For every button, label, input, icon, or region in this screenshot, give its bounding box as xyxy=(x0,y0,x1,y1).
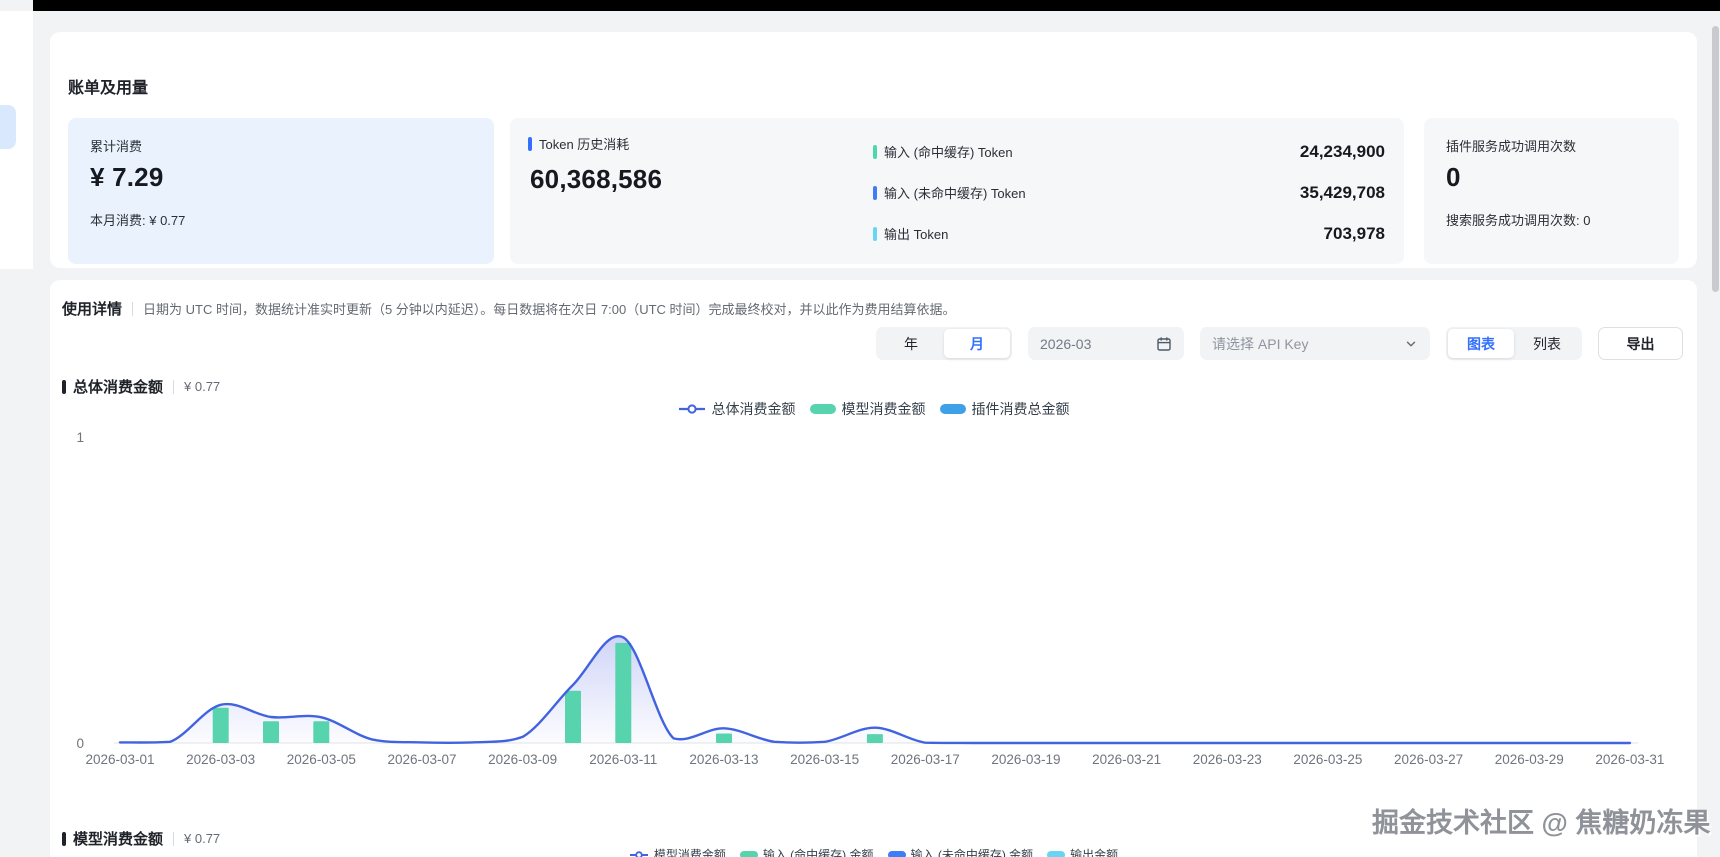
period-option-month[interactable]: 月 xyxy=(944,329,1010,358)
svg-text:2026-03-03: 2026-03-03 xyxy=(186,752,255,767)
month-spend-label: 本月消费: ¥ 0.77 xyxy=(90,210,185,229)
svg-text:2026-03-25: 2026-03-25 xyxy=(1293,752,1362,767)
watermark: 掘金技术社区 @ 焦糖奶冻果 xyxy=(1372,801,1702,840)
model-spend-amount: ¥ 0.77 xyxy=(184,831,220,846)
legend-item-model[interactable]: 模型消费金额 xyxy=(810,399,926,419)
plugin-calls-label: 插件服务成功调用次数 xyxy=(1446,136,1576,155)
token-history-label: Token 历史消耗 xyxy=(528,134,629,153)
bar-series-icon xyxy=(740,851,758,857)
section-marker-icon xyxy=(62,832,66,846)
token-breakdown: 输入 (命中缓存) Token 24,234,900 输入 (未命中缓存) To… xyxy=(873,131,1385,254)
model-chart-legend: 模型消费金额 输入 (命中缓存) 金额 输入 (未命中缓存) 金额 输出金额 xyxy=(50,846,1697,857)
page: 账单及用量 累计消费 ¥ 7.29 本月消费: ¥ 0.77 Token 历史消… xyxy=(0,0,1720,857)
svg-text:2026-03-27: 2026-03-27 xyxy=(1394,752,1463,767)
svg-text:2026-03-23: 2026-03-23 xyxy=(1193,752,1262,767)
cumulative-spend-label: 累计消费 xyxy=(90,136,142,155)
svg-text:2026-03-07: 2026-03-07 xyxy=(387,752,456,767)
filter-bar: 年 月 2026-03 请选择 API Key 图表 xyxy=(876,327,1683,360)
token-history-card: Token 历史消耗 60,368,586 输入 (命中缓存) Token 24… xyxy=(510,118,1404,264)
billing-title: 账单及用量 xyxy=(68,74,148,98)
api-key-select[interactable]: 请选择 API Key xyxy=(1200,327,1430,360)
usage-header: 使用详情 日期为 UTC 时间，数据统计准实时更新（5 分钟以内延迟）。每日数据… xyxy=(62,298,956,319)
cumulative-spend-value: ¥ 7.29 xyxy=(90,162,164,193)
cumulative-spend-card: 累计消费 ¥ 7.29 本月消费: ¥ 0.77 xyxy=(68,118,494,264)
bar-series-icon xyxy=(810,404,836,414)
sidebar-active-item[interactable] xyxy=(0,105,16,149)
billing-cards: 累计消费 ¥ 7.29 本月消费: ¥ 0.77 Token 历史消耗 60,3… xyxy=(68,118,1679,264)
bar-series-icon xyxy=(1047,851,1065,857)
output-value: 703,978 xyxy=(1324,224,1385,244)
period-segmented-control: 年 月 xyxy=(876,327,1012,360)
svg-text:2026-03-31: 2026-03-31 xyxy=(1595,752,1664,767)
svg-text:2026-03-13: 2026-03-13 xyxy=(689,752,758,767)
plugin-calls-card: 插件服务成功调用次数 0 搜索服务成功调用次数: 0 xyxy=(1424,118,1679,264)
bar-series-icon xyxy=(888,851,906,857)
scrollbar-thumb[interactable] xyxy=(1712,26,1719,292)
svg-text:2026-03-21: 2026-03-21 xyxy=(1092,752,1161,767)
token-row-input-uncached: 输入 (未命中缓存) Token 35,429,708 xyxy=(873,172,1385,213)
bar-series-icon xyxy=(940,404,966,414)
svg-text:2026-03-19: 2026-03-19 xyxy=(991,752,1060,767)
sidebar-edge xyxy=(0,11,33,269)
divider xyxy=(173,380,174,394)
input-uncached-marker-icon xyxy=(873,186,877,200)
overall-spend-chart[interactable]: 0 1 2026-03-01 2026-03-03 2026-03-05 2026-03-… xyxy=(60,420,1670,780)
calendar-icon xyxy=(1156,336,1172,352)
output-marker-icon xyxy=(873,227,877,241)
svg-text:2026-03-09: 2026-03-09 xyxy=(488,752,557,767)
legend-item-model-total[interactable]: 模型消费金额 xyxy=(629,846,726,857)
legend-item-total[interactable]: 总体消费金额 xyxy=(678,399,796,419)
api-key-placeholder: 请选择 API Key xyxy=(1212,334,1308,354)
view-option-chart[interactable]: 图表 xyxy=(1448,329,1514,358)
top-black-bar xyxy=(33,0,1720,11)
legend-item-output[interactable]: 输出金额 xyxy=(1047,846,1118,857)
token-history-value: 60,368,586 xyxy=(530,164,662,195)
svg-text:0: 0 xyxy=(76,736,84,751)
legend-item-input-uncached[interactable]: 输入 (未命中缓存) 金额 xyxy=(888,846,1034,857)
overall-spend-amount: ¥ 0.77 xyxy=(184,379,220,394)
usage-title: 使用详情 xyxy=(62,298,122,319)
token-row-input-cached: 输入 (命中缓存) Token 24,234,900 xyxy=(873,131,1385,172)
legend-item-input-cached[interactable]: 输入 (命中缓存) 金额 xyxy=(740,846,874,857)
divider xyxy=(173,832,174,846)
svg-text:2026-03-29: 2026-03-29 xyxy=(1495,752,1564,767)
usage-note: 日期为 UTC 时间，数据统计准实时更新（5 分钟以内延迟）。每日数据将在次日 … xyxy=(143,299,956,318)
input-uncached-value: 35,429,708 xyxy=(1300,183,1385,203)
section-marker-icon xyxy=(62,380,66,394)
chevron-down-icon xyxy=(1404,337,1418,351)
svg-text:2026-03-17: 2026-03-17 xyxy=(891,752,960,767)
line-series-icon xyxy=(629,850,649,857)
month-picker[interactable]: 2026-03 xyxy=(1028,327,1184,360)
export-button[interactable]: 导出 xyxy=(1598,327,1683,360)
svg-text:2026-03-15: 2026-03-15 xyxy=(790,752,859,767)
overall-chart-legend: 总体消费金额 模型消费金额 插件消费总金额 xyxy=(50,399,1697,419)
token-row-output: 输出 Token 703,978 xyxy=(873,213,1385,254)
svg-text:2026-03-11: 2026-03-11 xyxy=(589,752,657,767)
line-series-icon xyxy=(678,403,706,415)
overall-spend-section-title: 总体消费金额 ¥ 0.77 xyxy=(62,376,220,397)
view-option-list[interactable]: 列表 xyxy=(1514,329,1580,358)
plugin-calls-value: 0 xyxy=(1446,162,1461,193)
period-option-year[interactable]: 年 xyxy=(878,329,944,358)
input-cached-value: 24,234,900 xyxy=(1300,142,1385,162)
legend-item-plugin[interactable]: 插件消费总金额 xyxy=(940,399,1070,419)
svg-text:1: 1 xyxy=(76,430,84,445)
input-cached-marker-icon xyxy=(873,145,877,159)
divider xyxy=(132,302,133,316)
usage-panel: 使用详情 日期为 UTC 时间，数据统计准实时更新（5 分钟以内延迟）。每日数据… xyxy=(50,280,1697,857)
billing-panel: 账单及用量 累计消费 ¥ 7.29 本月消费: ¥ 0.77 Token 历史消… xyxy=(50,32,1697,268)
month-picker-value: 2026-03 xyxy=(1040,336,1091,352)
token-history-marker-icon xyxy=(528,137,532,151)
svg-text:2026-03-05: 2026-03-05 xyxy=(287,752,356,767)
search-calls-label: 搜索服务成功调用次数: 0 xyxy=(1446,210,1590,229)
view-segmented-control: 图表 列表 xyxy=(1446,327,1582,360)
svg-text:2026-03-01: 2026-03-01 xyxy=(85,752,154,767)
